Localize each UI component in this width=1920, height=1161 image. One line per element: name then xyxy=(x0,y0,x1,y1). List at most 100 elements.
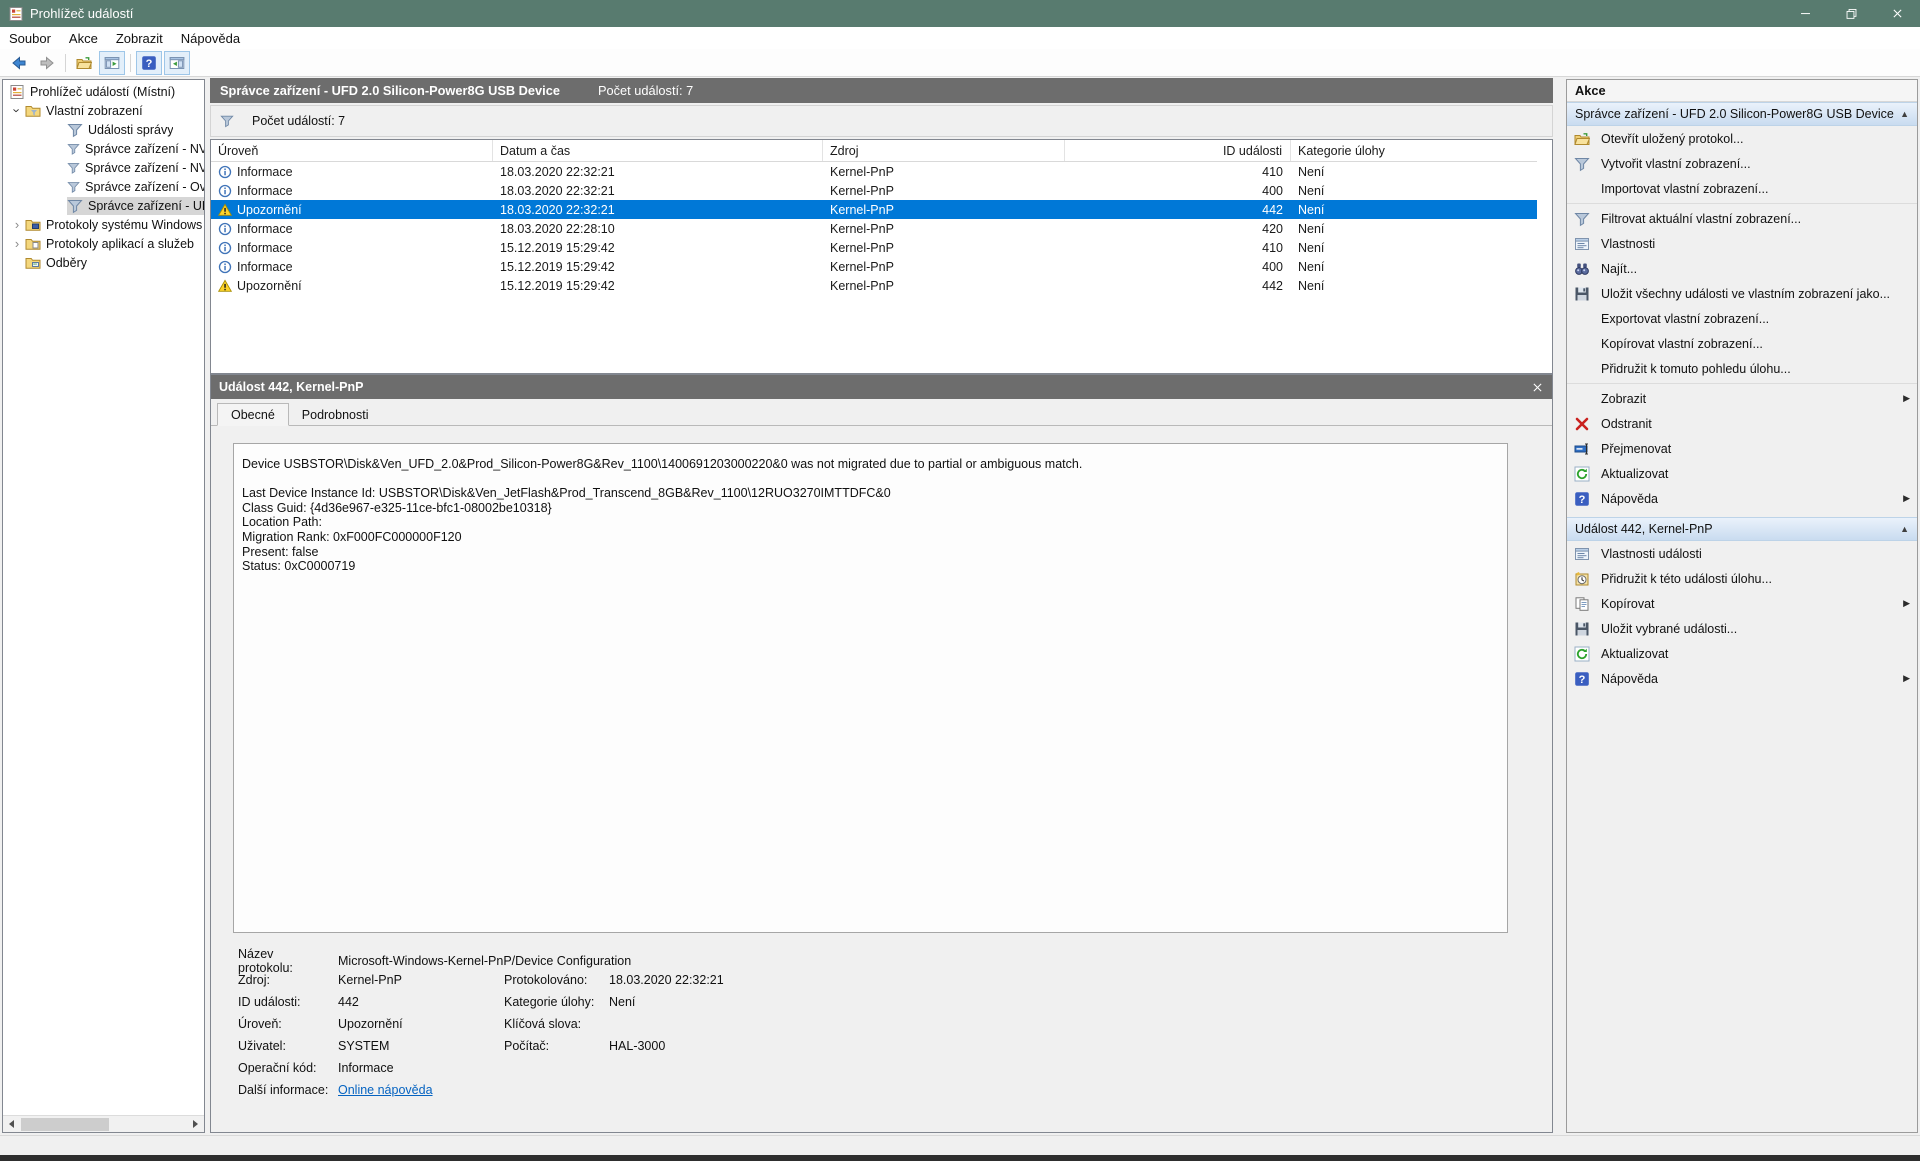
action-save-all-events[interactable]: Uložit všechny události ve vlastním zobr… xyxy=(1567,281,1917,306)
event-description-box[interactable]: Device USBSTOR\Disk&Ven_UFD_2.0&Prod_Sil… xyxy=(233,443,1508,933)
field-row: Název protokolu: Microsoft-Windows-Kerne… xyxy=(238,947,1512,969)
event-row-selected[interactable]: Upozornění 18.03.2020 22:32:21 Kernel-Pn… xyxy=(211,200,1537,219)
rename-icon xyxy=(1574,441,1590,457)
tree-item-subscriptions[interactable]: Odběry xyxy=(3,253,204,272)
menu-soubor[interactable]: Soubor xyxy=(0,27,60,49)
action-copy-custom-view[interactable]: Kopírovat vlastní zobrazení... xyxy=(1567,331,1917,356)
console-tree-panel: Prohlížeč událostí (Místní) › Vlastní zo… xyxy=(2,79,205,1133)
tree-item-spravce-ufd-selected[interactable]: Správce zařízení - UFD 2.0 xyxy=(3,196,204,215)
tree-item-custom-views[interactable]: › Vlastní zobrazení xyxy=(3,101,204,120)
action-event-properties[interactable]: Vlastnosti události xyxy=(1567,541,1917,566)
action-refresh[interactable]: Aktualizovat xyxy=(1567,461,1917,486)
view-title: Správce zařízení - UFD 2.0 Silicon-Power… xyxy=(220,83,560,98)
action-refresh-event[interactable]: Aktualizovat xyxy=(1567,641,1917,666)
description-line: Present: false xyxy=(242,545,1507,560)
event-row[interactable]: Informace 18.03.2020 22:32:21 Kernel-PnP… xyxy=(211,181,1537,200)
action-copy[interactable]: Kopírovat ▶ xyxy=(1567,591,1917,616)
tree-item-udalosti-spravy[interactable]: Události správy xyxy=(3,120,204,139)
warning-icon xyxy=(218,279,232,293)
show-console-tree-button[interactable] xyxy=(99,51,125,75)
action-filter-current-view[interactable]: Filtrovat aktuální vlastní zobrazení... xyxy=(1567,206,1917,231)
filter-icon xyxy=(220,114,234,128)
forward-button[interactable] xyxy=(34,51,60,75)
restore-icon xyxy=(1845,7,1858,20)
scroll-right-arrow[interactable] xyxy=(187,1116,204,1133)
filter-icon xyxy=(67,141,80,157)
refresh-icon xyxy=(1574,466,1590,482)
action-help-event[interactable]: Nápověda ▶ xyxy=(1567,666,1917,691)
column-header-datum[interactable]: Datum a čas xyxy=(493,140,823,161)
tree-horizontal-scrollbar[interactable] xyxy=(3,1115,204,1132)
action-attach-task-to-event[interactable]: Přidružit k této události úlohu... xyxy=(1567,566,1917,591)
tree-item-root[interactable]: Prohlížeč událostí (Místní) xyxy=(3,82,204,101)
actions-section-header-event[interactable]: Událost 442, Kernel-PnP ▲ xyxy=(1567,517,1917,541)
copy-icon xyxy=(1574,596,1590,612)
close-button[interactable] xyxy=(1874,0,1920,27)
action-delete[interactable]: Odstranit xyxy=(1567,411,1917,436)
help-icon xyxy=(141,55,157,71)
tree-item-app-logs[interactable]: › Protokoly aplikací a služeb xyxy=(3,234,204,253)
back-icon xyxy=(11,55,27,71)
app-icon xyxy=(8,6,24,22)
collapse-arrow-icon[interactable]: ▲ xyxy=(1900,524,1909,534)
preview-title: Událost 442, Kernel-PnP xyxy=(219,380,364,394)
chevron-expanded-icon[interactable]: › xyxy=(8,103,27,119)
menu-akce[interactable]: Akce xyxy=(60,27,107,49)
open-saved-log-button[interactable] xyxy=(71,51,97,75)
online-help-link[interactable]: Online nápověda xyxy=(338,1083,496,1097)
event-fields: Název protokolu: Microsoft-Windows-Kerne… xyxy=(238,947,1512,1101)
scroll-left-arrow[interactable] xyxy=(3,1116,20,1133)
action-create-custom-view[interactable]: Vytvořit vlastní zobrazení... xyxy=(1567,151,1917,176)
tree-item-spravce-ovladace[interactable]: Správce zařízení - Ovlada xyxy=(3,177,204,196)
chevron-collapsed-icon[interactable]: › xyxy=(9,234,25,253)
column-header-zdroj[interactable]: Zdroj xyxy=(823,140,1065,161)
column-header-kategorie[interactable]: Kategorie úlohy xyxy=(1291,140,1537,161)
windows-logs-folder-icon xyxy=(25,217,41,233)
tab-podrobnosti[interactable]: Podrobnosti xyxy=(289,403,382,426)
event-row[interactable]: Informace 18.03.2020 22:32:21 Kernel-PnP… xyxy=(211,162,1537,181)
tree-item-spravce-nvidia-1[interactable]: Správce zařízení - NVIDIA xyxy=(3,139,204,158)
forward-icon xyxy=(39,55,55,71)
event-row[interactable]: Upozornění 15.12.2019 15:29:42 Kernel-Pn… xyxy=(211,276,1537,295)
properties-icon xyxy=(1574,546,1590,562)
help-button[interactable] xyxy=(136,51,162,75)
event-row[interactable]: Informace 15.12.2019 15:29:42 Kernel-PnP… xyxy=(211,257,1537,276)
action-find[interactable]: Najít... xyxy=(1567,256,1917,281)
event-row[interactable]: Informace 15.12.2019 15:29:42 Kernel-PnP… xyxy=(211,238,1537,257)
description-line: Class Guid: {4d36e967-e325-11ce-bfc1-080… xyxy=(242,501,1507,516)
field-value: Kernel-PnP xyxy=(338,973,496,987)
field-label: Operační kód: xyxy=(238,1061,330,1075)
minimize-button[interactable] xyxy=(1782,0,1828,27)
tree-item-windows-logs[interactable]: › Protokoly systému Windows xyxy=(3,215,204,234)
back-button[interactable] xyxy=(6,51,32,75)
action-help[interactable]: Nápověda ▶ xyxy=(1567,486,1917,511)
action-rename[interactable]: Přejmenovat xyxy=(1567,436,1917,461)
preview-close-button[interactable] xyxy=(1531,381,1544,394)
column-header-id[interactable]: ID události xyxy=(1065,140,1291,161)
menubar: Soubor Akce Zobrazit Nápověda xyxy=(0,27,1920,49)
actions-section-header-view[interactable]: Správce zařízení - UFD 2.0 Silicon-Power… xyxy=(1567,102,1917,126)
action-properties[interactable]: Vlastnosti xyxy=(1567,231,1917,256)
chevron-collapsed-icon[interactable]: › xyxy=(9,215,25,234)
action-import-custom-view[interactable]: Importovat vlastní zobrazení... xyxy=(1567,176,1917,201)
collapse-arrow-icon[interactable]: ▲ xyxy=(1900,109,1909,119)
field-row: Zdroj: Kernel-PnP Protokolováno: 18.03.2… xyxy=(238,969,1512,991)
show-action-pane-button[interactable] xyxy=(164,51,190,75)
restore-button[interactable] xyxy=(1828,0,1874,27)
action-export-custom-view[interactable]: Exportovat vlastní zobrazení... xyxy=(1567,306,1917,331)
action-open-saved-log[interactable]: Otevřít uložený protokol... xyxy=(1567,126,1917,151)
tree-item-spravce-nvidia-2[interactable]: Správce zařízení - NVIDIA xyxy=(3,158,204,177)
menu-napoveda[interactable]: Nápověda xyxy=(172,27,249,49)
app-logs-folder-icon xyxy=(25,236,41,252)
action-view[interactable]: Zobrazit ▶ xyxy=(1567,386,1917,411)
menu-zobrazit[interactable]: Zobrazit xyxy=(107,27,172,49)
action-save-selected-events[interactable]: Uložit vybrané události... xyxy=(1567,616,1917,641)
event-row[interactable]: Informace 18.03.2020 22:28:10 Kernel-PnP… xyxy=(211,219,1537,238)
event-viewer-window: Prohlížeč událostí Soubor Akce Zobrazit … xyxy=(0,0,1920,1161)
filter-summary-bar: Počet událostí: 7 xyxy=(210,105,1553,137)
event-viewer-icon xyxy=(9,84,25,100)
action-attach-task-to-view[interactable]: Přidružit k tomuto pohledu úlohu... xyxy=(1567,356,1917,381)
tab-obecne[interactable]: Obecné xyxy=(217,403,289,426)
column-header-uroven[interactable]: Úroveň xyxy=(211,140,493,161)
scrollbar-thumb[interactable] xyxy=(21,1118,109,1131)
